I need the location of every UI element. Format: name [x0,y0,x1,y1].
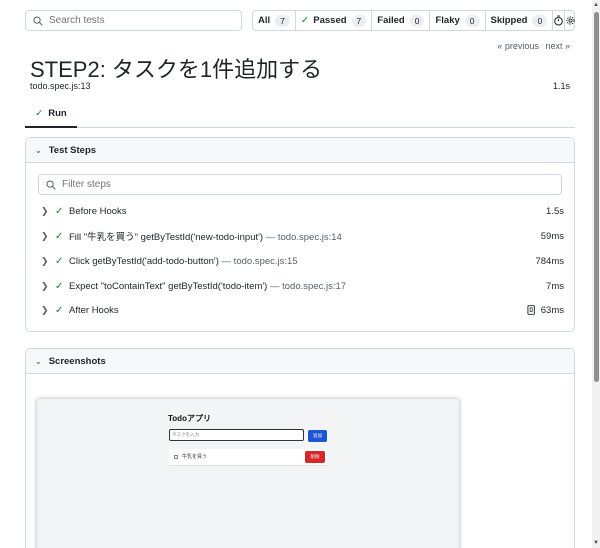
step-duration: 784ms [535,255,564,267]
add-button: 追加 [308,430,327,442]
check-icon: ✓ [300,15,310,26]
gear-icon [566,16,575,25]
count-badge: 7 [275,14,290,27]
step-duration: 59ms [540,230,564,242]
attachment-icon[interactable] [527,305,536,315]
filter-passed[interactable]: ✓ Passed 7 [296,11,373,30]
test-duration: 1.1s [552,81,570,91]
scroll-up-icon[interactable]: ▲ [593,2,599,8]
todo-checkbox [174,455,178,459]
count-badge: 0 [409,14,425,27]
search-box[interactable] [25,10,242,31]
chevron-right-icon[interactable]: ❯ [41,231,49,242]
page-title: STEP2: タスクを1件追加する [30,57,323,82]
status-filters: All 7 ✓ Passed 7 Failed 0 Flaky 0 Skippe… [252,10,575,31]
chevron-down-icon: ⌄ [35,356,42,366]
scroll-down-icon[interactable]: ▼ [593,540,599,546]
step-duration: 7ms [546,280,564,292]
step-duration: 1.5s [546,205,564,217]
chevron-right-icon[interactable]: ❯ [41,305,49,316]
chevron-right-icon[interactable]: ❯ [41,256,49,267]
test-steps-header[interactable]: ⌄ Test Steps [26,138,574,163]
check-icon: ✓ [55,280,64,292]
step-row[interactable]: ❯ ✓ Fill "牛乳を買う" getByTestId('new-todo-i… [26,227,574,245]
filter-steps-box[interactable] [38,174,562,195]
check-icon: ✓ [35,107,44,119]
count-badge: 0 [464,14,480,27]
test-file-location: todo.spec.js:13 [30,81,91,91]
next-link[interactable]: next » [545,41,570,51]
previous-link[interactable]: « previous [497,41,539,51]
tab-bar: ✓ Run [25,100,575,128]
screenshots-panel: ⌄ Screenshots Todoアプリ タスクを入力 追加 牛乳を買う 削除 [25,348,575,548]
step-row[interactable]: ❯ ✓ Click getByTestId('add-todo-button')… [26,252,574,270]
scrollbar[interactable]: ▲ ▼ [592,0,600,548]
speedboard-button[interactable] [553,11,566,30]
check-icon: ✓ [55,230,64,242]
settings-button[interactable] [565,11,576,30]
scrollbar-thumb[interactable] [594,12,599,382]
step-row[interactable]: ❯ ✓ Expect "toContainText" getByTestId('… [26,277,574,295]
test-steps-panel: ⌄ Test Steps ❯ ✓ Before Hooks 1.5s ❯ ✓ F… [25,137,575,332]
todo-item: 牛乳を買う 削除 [169,449,327,466]
screenshot-image[interactable]: Todoアプリ タスクを入力 追加 牛乳を買う 削除 [37,399,459,548]
todo-item-text: 牛乳を買う [182,454,208,460]
filter-flaky[interactable]: Flaky 0 [430,11,486,30]
filter-skipped[interactable]: Skipped 0 [486,11,554,30]
test-navigation: « previous next » [493,41,570,51]
tab-run[interactable]: ✓ Run [25,100,77,128]
screenshots-header[interactable]: ⌄ Screenshots [26,349,574,374]
chevron-right-icon[interactable]: ❯ [41,281,49,292]
todo-input: タスクを入力 [169,429,304,441]
app-title: Todoアプリ [168,414,211,423]
filter-steps-input[interactable] [62,179,462,190]
step-duration: 63ms [540,304,564,316]
count-badge: 0 [532,14,548,27]
search-input[interactable] [49,15,219,26]
search-icon [46,179,56,190]
filter-all[interactable]: All 7 [253,11,296,30]
delete-button: 削除 [305,451,325,463]
step-row[interactable]: ❯ ✓ Before Hooks 1.5s [26,202,574,220]
step-row[interactable]: ❯ ✓ After Hooks 63ms [26,301,574,319]
chevron-down-icon: ⌄ [35,145,42,155]
chevron-right-icon[interactable]: ❯ [41,206,49,217]
filter-failed[interactable]: Failed 0 [372,11,431,30]
count-badge: 7 [351,14,367,27]
check-icon: ✓ [55,255,64,267]
stopwatch-icon [554,15,563,26]
search-icon [33,15,43,26]
check-icon: ✓ [55,304,64,316]
check-icon: ✓ [55,205,64,217]
